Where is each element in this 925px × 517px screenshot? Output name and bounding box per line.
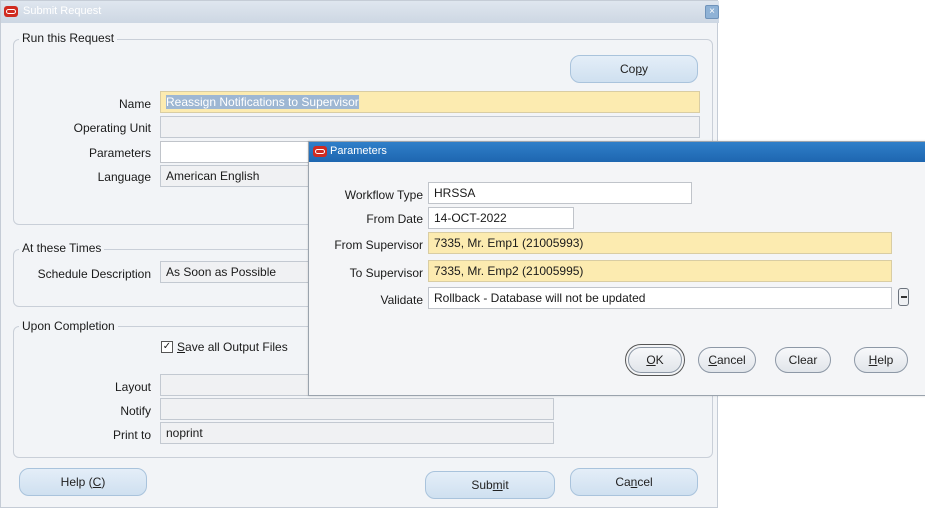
parameters-titlebar: Parameters: [309, 142, 925, 162]
from-date-field[interactable]: 14-OCT-2022: [428, 207, 574, 229]
from-supervisor-label: From Supervisor: [334, 238, 423, 252]
help-button[interactable]: Help (C): [19, 468, 147, 496]
notify-field[interactable]: [160, 398, 554, 420]
layout-field[interactable]: [160, 374, 320, 396]
cancel-button[interactable]: Cancel: [570, 468, 698, 496]
checkbox-checked-icon[interactable]: ✓: [161, 341, 173, 353]
help-button[interactable]: Help: [854, 347, 908, 373]
language-label: Language: [97, 170, 151, 184]
to-supervisor-label: To Supervisor: [349, 266, 423, 280]
print-to-label: Print to: [112, 428, 151, 442]
window-title: Submit Request: [23, 5, 102, 17]
close-icon[interactable]: ×: [705, 5, 719, 19]
parameters-dialog: Parameters Workflow Type HRSSA From Date…: [308, 141, 925, 396]
validate-label: Validate: [380, 293, 423, 307]
run-request-legend: Run this Request: [19, 31, 118, 45]
operating-unit-field[interactable]: [160, 116, 700, 138]
times-legend: At these Times: [19, 241, 105, 255]
workflow-type-label: Workflow Type: [344, 188, 423, 202]
to-supervisor-field[interactable]: 7335, Mr. Emp2 (21005995): [428, 260, 892, 282]
layout-label: Layout: [114, 380, 151, 394]
parameters-field[interactable]: [160, 141, 320, 163]
name-field[interactable]: Reassign Notifications to Supervisor: [160, 91, 700, 113]
workflow-type-field[interactable]: HRSSA: [428, 182, 692, 204]
from-supervisor-field[interactable]: 7335, Mr. Emp1 (21005993): [428, 232, 892, 254]
completion-legend: Upon Completion: [19, 319, 118, 333]
copy-button[interactable]: Copy: [570, 55, 698, 83]
schedule-description-label: Schedule Description: [37, 267, 151, 281]
list-of-values-icon[interactable]: [898, 288, 909, 306]
main-titlebar: Submit Request ×: [1, 1, 719, 23]
submit-button[interactable]: Submit: [425, 471, 555, 499]
operating-unit-label: Operating Unit: [73, 121, 151, 135]
clear-button[interactable]: Clear: [775, 347, 831, 373]
print-to-field[interactable]: noprint: [160, 422, 554, 444]
save-outputs-checkbox[interactable]: ✓ Save all Output Files: [161, 340, 288, 354]
schedule-description-field[interactable]: As Soon as Possible: [160, 261, 320, 283]
save-outputs-label: Save all Output Files: [177, 340, 288, 354]
cancel-button[interactable]: Cancel: [698, 347, 756, 373]
name-label: Name: [118, 97, 151, 111]
notify-label: Notify: [120, 404, 151, 418]
oracle-logo-icon: [4, 6, 18, 17]
language-field[interactable]: American English: [160, 165, 320, 187]
ok-button[interactable]: OK: [625, 344, 685, 376]
parameters-title: Parameters: [330, 145, 387, 157]
oracle-logo-icon: [313, 146, 327, 157]
from-date-label: From Date: [366, 212, 423, 226]
validate-field[interactable]: Rollback - Database will not be updated: [428, 287, 892, 309]
parameters-label: Parameters: [88, 146, 151, 160]
